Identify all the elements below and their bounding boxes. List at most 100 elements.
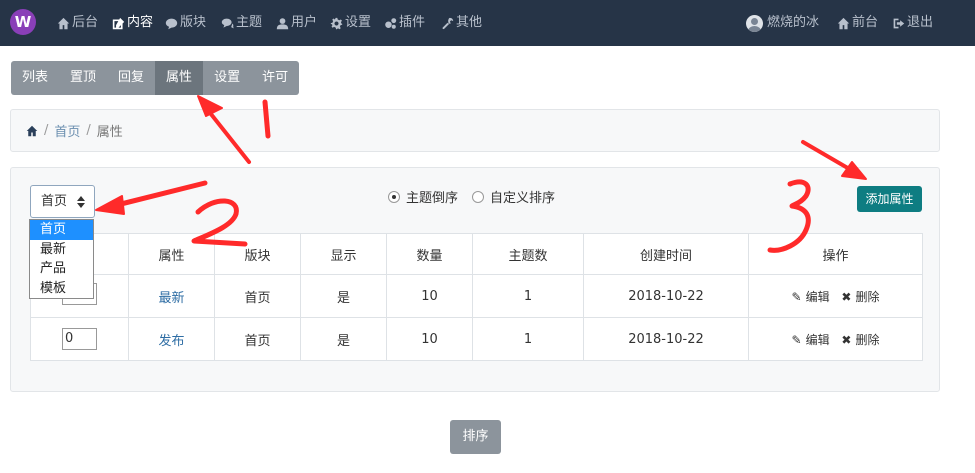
attributes-panel: 首页 主题倒序 自定义排序 添加属性 属性 版块 显示 数量 主题数 创建时间 … [10, 167, 940, 392]
column-header: 属性 [128, 233, 215, 275]
show-cell: 是 [300, 317, 387, 361]
tab-attributes[interactable]: 属性 [155, 61, 204, 95]
count-cell: 10 [386, 317, 473, 361]
site-logo[interactable]: W [10, 9, 36, 35]
sort-order-radios: 主题倒序 自定义排序 [388, 187, 563, 206]
avatar [746, 14, 763, 32]
edit-label: 编辑 [805, 332, 830, 347]
tab-permissions[interactable]: 许可 [251, 61, 300, 95]
tab-settings[interactable]: 设置 [203, 61, 252, 95]
user-icon [276, 17, 289, 29]
delete-label: 删除 [855, 289, 880, 304]
breadcrumb-current: 属性 [96, 125, 123, 140]
edit-icon: ✎ [791, 332, 802, 347]
edit-button[interactable]: ✎ 编辑 [790, 333, 832, 347]
dropdown-option[interactable]: 最新 [30, 240, 93, 260]
nav-item-label: 用户 [291, 15, 318, 30]
attribute-link[interactable]: 最新 [158, 291, 184, 306]
sort-button[interactable]: 排序 [450, 420, 501, 454]
order-cell: 0 [30, 317, 129, 361]
close-icon: ✖ [841, 332, 852, 347]
nav-item-topics[interactable]: 主题 [221, 0, 262, 46]
sign-out-icon [893, 18, 905, 28]
show-cell: 是 [300, 274, 387, 318]
board-cell: 首页 [214, 317, 301, 361]
sub-tab-bar: 列表 置顶 回复 属性 设置 许可 [11, 61, 300, 95]
column-header: 操作 [748, 233, 923, 275]
tab-replies[interactable]: 回复 [107, 61, 156, 95]
edit-icon: ✎ [791, 289, 802, 304]
board-select[interactable]: 首页 [30, 185, 95, 218]
nav-item-label: 内容 [127, 15, 154, 30]
date-cell: 2018-10-22 [583, 274, 749, 318]
edit-label: 编辑 [805, 289, 830, 304]
column-header: 版块 [214, 233, 301, 275]
edit-icon [112, 17, 125, 29]
gear-icon [330, 17, 343, 29]
attribute-link[interactable]: 发布 [158, 334, 184, 349]
column-header: 创建时间 [583, 233, 749, 275]
dropdown-option[interactable]: 产品 [30, 259, 93, 279]
table-row: 0 发布 首页 是 10 1 2018-10-22 ✎ 编辑 ✖ 删除 [30, 317, 923, 361]
logout-label: 退出 [907, 15, 934, 30]
breadcrumb-separator: / [86, 123, 91, 138]
column-header: 主题数 [472, 233, 584, 275]
edit-button[interactable]: ✎ 编辑 [790, 290, 832, 304]
column-header: 数量 [386, 233, 473, 275]
delete-button[interactable]: ✖ 删除 [839, 290, 881, 304]
sort-order-input[interactable]: 0 [62, 328, 97, 350]
delete-button[interactable]: ✖ 删除 [839, 333, 881, 347]
tab-list[interactable]: 列表 [11, 61, 60, 95]
board-cell: 首页 [214, 274, 301, 318]
gears-icon [385, 17, 397, 29]
radio-custom-sort-label[interactable]: 自定义排序 [490, 187, 555, 206]
board-select-value: 首页 [41, 194, 68, 209]
radio-topic-desc[interactable] [388, 190, 400, 203]
nav-item-other[interactable]: 其他 [441, 0, 482, 46]
dropdown-option[interactable]: 模板 [30, 279, 93, 299]
topics-cell: 1 [472, 274, 584, 318]
radio-custom-sort[interactable] [472, 190, 485, 203]
date-cell: 2018-10-22 [583, 317, 749, 361]
actions-cell: ✎ 编辑 ✖ 删除 [748, 274, 923, 318]
frontend-label: 前台 [852, 15, 879, 30]
nav-item-settings[interactable]: 设置 [330, 0, 371, 46]
nav-item-label: 后台 [72, 15, 99, 30]
table-header-row: 属性 版块 显示 数量 主题数 创建时间 操作 [30, 233, 923, 275]
attributes-table: 属性 版块 显示 数量 主题数 创建时间 操作 最新 首页 是 10 1 201… [30, 233, 923, 361]
dropdown-option[interactable]: 首页 [30, 220, 93, 240]
nav-item-plugins[interactable]: 插件 [384, 0, 425, 46]
delete-label: 删除 [855, 332, 880, 347]
home-icon[interactable] [26, 125, 38, 137]
comments-icon [221, 18, 234, 28]
column-header: 显示 [300, 233, 387, 275]
nav-item-label: 主题 [236, 15, 263, 30]
breadcrumb: / 首页 / 属性 [10, 109, 940, 152]
nav-item-backend[interactable]: 后台 [57, 0, 98, 46]
nav-item-label: 设置 [345, 15, 372, 30]
nav-item-label: 插件 [399, 15, 426, 30]
attr-cell: 最新 [128, 274, 215, 318]
home-icon [57, 17, 70, 29]
nav-item-label: 版块 [180, 15, 207, 30]
user-name: 燃烧的冰 [767, 15, 820, 30]
nav-item-boards[interactable]: 版块 [165, 0, 206, 46]
logout-link[interactable]: 退出 [892, 0, 933, 46]
breadcrumb-separator: / [44, 123, 49, 138]
top-navbar: W 后台 内容 版块 主题 用户 设置 插件 其他 燃烧的冰 前台 退出 [0, 0, 975, 46]
add-attribute-button[interactable]: 添加属性 [857, 186, 922, 212]
nav-item-users[interactable]: 用户 [276, 0, 317, 46]
tab-sticky[interactable]: 置顶 [59, 61, 108, 95]
close-icon: ✖ [841, 289, 852, 304]
nav-item-content[interactable]: 内容 [112, 0, 153, 46]
attr-cell: 发布 [128, 317, 215, 361]
frontend-link[interactable]: 前台 [837, 0, 878, 46]
select-arrow-icon [77, 196, 85, 208]
breadcrumb-home-link[interactable]: 首页 [54, 121, 80, 140]
comment-icon [165, 18, 178, 29]
wrench-icon [442, 17, 454, 29]
user-menu[interactable]: 燃烧的冰 [746, 0, 819, 46]
table-row: 最新 首页 是 10 1 2018-10-22 ✎ 编辑 ✖ 删除 [30, 274, 923, 318]
radio-topic-desc-label[interactable]: 主题倒序 [406, 187, 458, 206]
home-icon [837, 17, 850, 29]
